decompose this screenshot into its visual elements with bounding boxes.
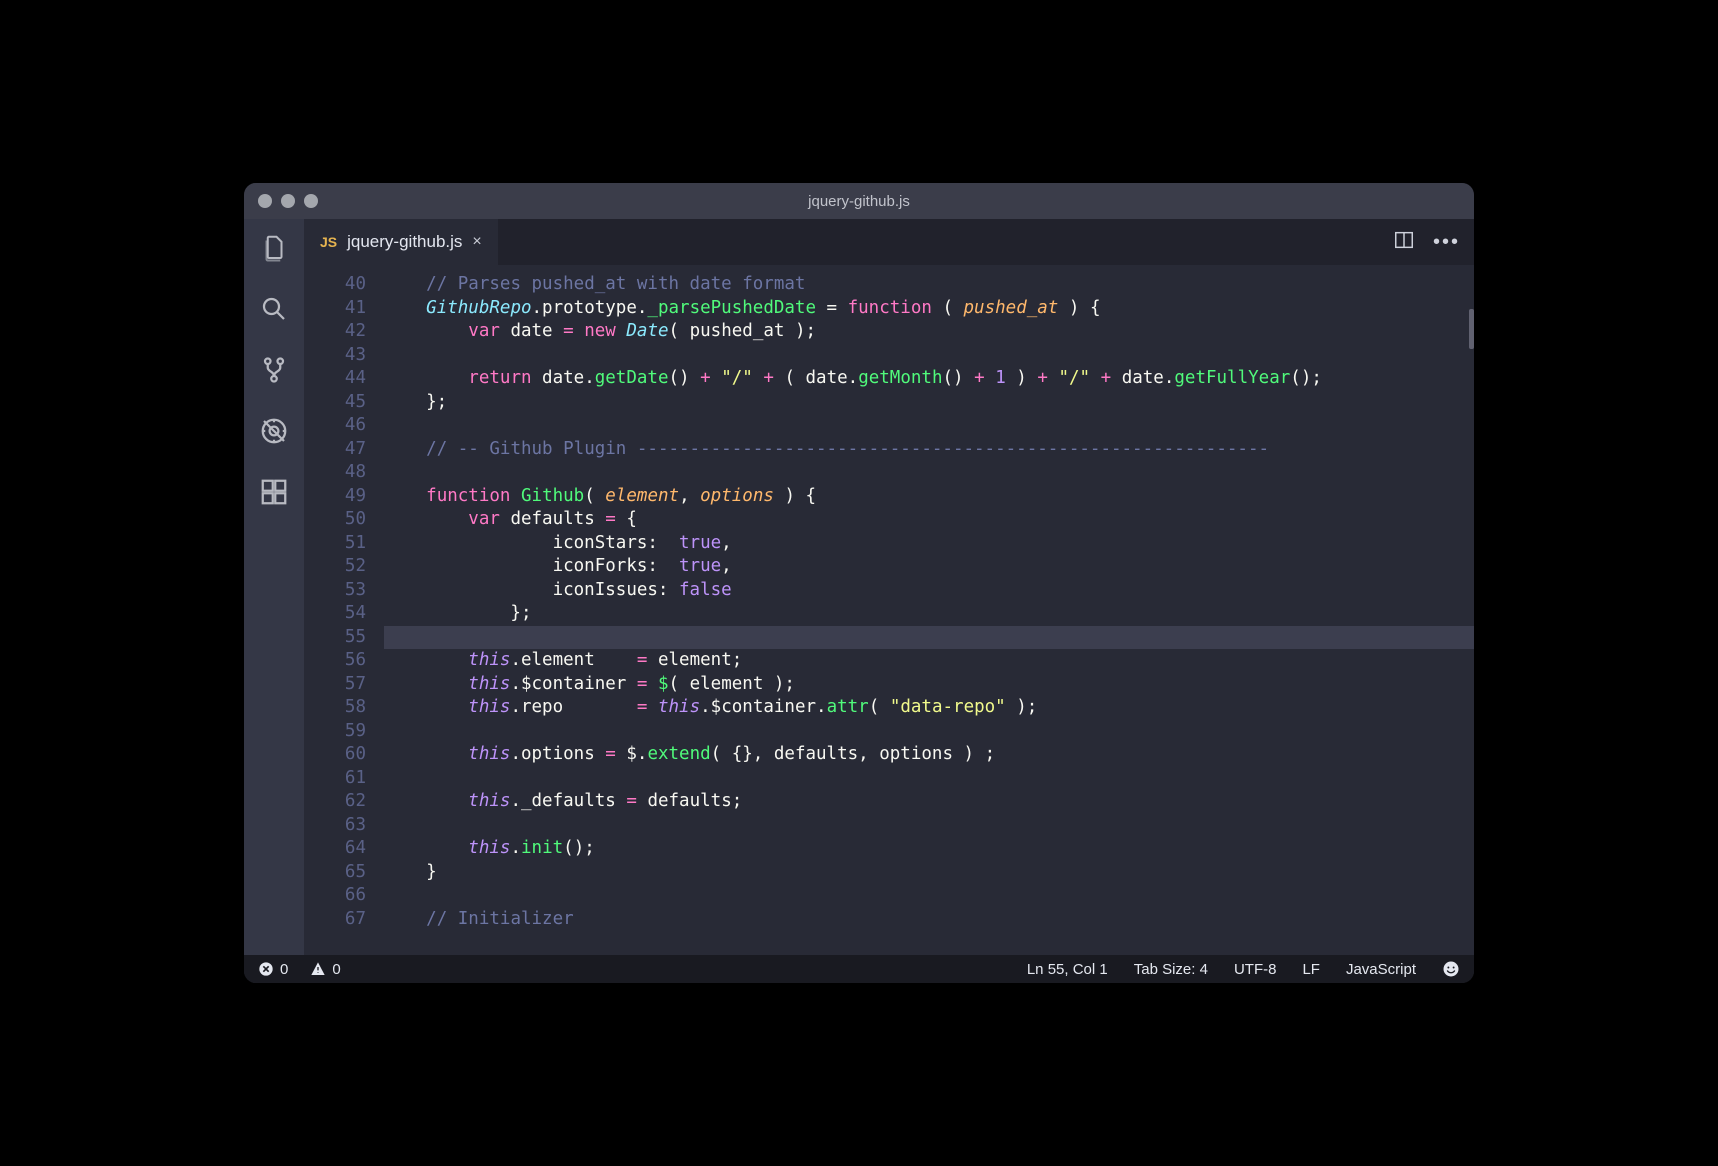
split-editor-icon[interactable] (1393, 229, 1415, 256)
current-line-highlight (384, 626, 1474, 650)
line-number: 55 (304, 626, 366, 650)
tab-label: jquery-github.js (347, 232, 462, 252)
line-number: 56 (304, 649, 366, 673)
code-line[interactable]: var date = new Date( pushed_at ); (384, 320, 1474, 344)
code-line[interactable]: }; (384, 391, 1474, 415)
source-control-icon[interactable] (259, 355, 289, 390)
line-number: 58 (304, 696, 366, 720)
line-number: 61 (304, 767, 366, 791)
code-line[interactable] (384, 461, 1474, 485)
code-line[interactable]: // Initializer (384, 908, 1474, 932)
code-line[interactable]: this.$container = $( element ); (384, 673, 1474, 697)
code-line[interactable] (384, 720, 1474, 744)
warnings-count[interactable]: 0 (310, 961, 340, 978)
line-number: 57 (304, 673, 366, 697)
more-actions-icon[interactable]: ••• (1433, 231, 1460, 254)
line-number: 46 (304, 414, 366, 438)
scrollbar-thumb[interactable] (1469, 309, 1474, 349)
tab-actions: ••• (1393, 219, 1474, 265)
code-line[interactable] (384, 767, 1474, 791)
code-line[interactable]: this.init(); (384, 837, 1474, 861)
line-number: 66 (304, 884, 366, 908)
minimize-window-button[interactable] (281, 194, 295, 208)
line-number: 49 (304, 485, 366, 509)
errors-count[interactable]: 0 (258, 961, 288, 978)
code-line[interactable] (384, 414, 1474, 438)
code-line[interactable]: // -- Github Plugin --------------------… (384, 438, 1474, 462)
eol[interactable]: LF (1302, 961, 1320, 978)
code-line[interactable]: iconIssues: false (384, 579, 1474, 603)
line-number: 60 (304, 743, 366, 767)
explorer-icon[interactable] (259, 233, 289, 268)
line-number: 62 (304, 790, 366, 814)
code-editor[interactable]: 4041424344454647484950515253545556575859… (304, 265, 1474, 955)
line-number: 64 (304, 837, 366, 861)
code-line[interactable]: } (384, 861, 1474, 885)
tab-bar: JS jquery-github.js × ••• (304, 219, 1474, 265)
code-line[interactable]: this._defaults = defaults; (384, 790, 1474, 814)
status-bar: 0 0 Ln 55, Col 1 Tab Size: 4 UTF-8 LF Ja… (244, 955, 1474, 983)
window-controls (258, 194, 318, 208)
line-number: 51 (304, 532, 366, 556)
extensions-icon[interactable] (259, 477, 289, 512)
line-number: 50 (304, 508, 366, 532)
code-line[interactable]: iconForks: true, (384, 555, 1474, 579)
titlebar: jquery-github.js (244, 183, 1474, 219)
code-line[interactable]: // Parses pushed_at with date format (384, 273, 1474, 297)
code-line[interactable] (384, 814, 1474, 838)
code-line[interactable]: function Github( element, options ) { (384, 485, 1474, 509)
code-line[interactable]: this.repo = this.$container.attr( "data-… (384, 696, 1474, 720)
code-line[interactable]: this.element = element; (384, 649, 1474, 673)
activity-bar (244, 219, 304, 955)
close-tab-icon[interactable]: × (472, 233, 481, 251)
line-number: 40 (304, 273, 366, 297)
main-area: JS jquery-github.js × ••• 40414243444546… (244, 219, 1474, 955)
search-icon[interactable] (259, 294, 289, 329)
debug-icon[interactable] (259, 416, 289, 451)
line-number: 54 (304, 602, 366, 626)
js-file-icon: JS (320, 234, 337, 250)
code-line[interactable] (384, 344, 1474, 368)
line-number: 53 (304, 579, 366, 603)
line-number: 59 (304, 720, 366, 744)
line-number: 63 (304, 814, 366, 838)
maximize-window-button[interactable] (304, 194, 318, 208)
line-number-gutter: 4041424344454647484950515253545556575859… (304, 265, 384, 955)
window-title: jquery-github.js (244, 193, 1474, 210)
code-line[interactable]: this.options = $.extend( {}, defaults, o… (384, 743, 1474, 767)
code-line[interactable]: iconStars: true, (384, 532, 1474, 556)
cursor-position[interactable]: Ln 55, Col 1 (1027, 961, 1108, 978)
encoding[interactable]: UTF-8 (1234, 961, 1277, 978)
tab-jquery-github[interactable]: JS jquery-github.js × (304, 219, 498, 265)
line-number: 43 (304, 344, 366, 368)
code-content[interactable]: // Parses pushed_at with date format Git… (384, 265, 1474, 955)
tab-size[interactable]: Tab Size: 4 (1134, 961, 1208, 978)
code-line[interactable]: }; (384, 602, 1474, 626)
line-number: 47 (304, 438, 366, 462)
code-line[interactable]: GithubRepo.prototype._parsePushedDate = … (384, 297, 1474, 321)
line-number: 41 (304, 297, 366, 321)
editor-window: jquery-github.js JS jque (244, 183, 1474, 983)
line-number: 48 (304, 461, 366, 485)
line-number: 67 (304, 908, 366, 932)
language-mode[interactable]: JavaScript (1346, 961, 1416, 978)
close-window-button[interactable] (258, 194, 272, 208)
line-number: 45 (304, 391, 366, 415)
line-number: 44 (304, 367, 366, 391)
editor-area: JS jquery-github.js × ••• 40414243444546… (304, 219, 1474, 955)
line-number: 52 (304, 555, 366, 579)
line-number: 65 (304, 861, 366, 885)
feedback-icon[interactable] (1442, 960, 1460, 978)
line-number: 42 (304, 320, 366, 344)
code-line[interactable]: var defaults = { (384, 508, 1474, 532)
code-line[interactable] (384, 884, 1474, 908)
code-line[interactable]: return date.getDate() + "/" + ( date.get… (384, 367, 1474, 391)
